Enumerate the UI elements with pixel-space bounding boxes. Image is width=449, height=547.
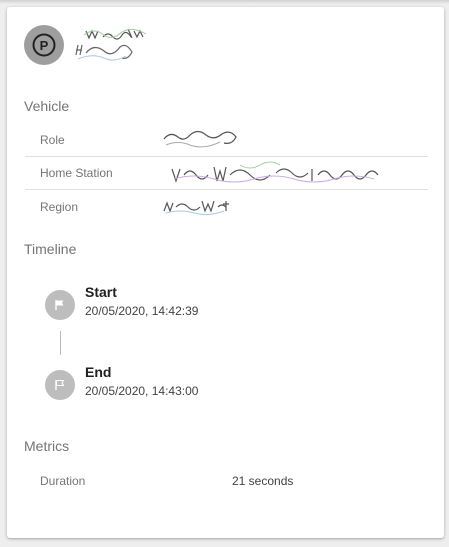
timeline-item-time: 20/05/2020, 14:42:39	[85, 304, 199, 318]
row-value: 21 seconds	[232, 473, 294, 488]
flag-outline-icon	[55, 379, 65, 390]
timeline-item-title: End	[85, 364, 112, 380]
details-card: P Vehicle Role Home Station Region Timel…	[7, 7, 444, 538]
row-label: Region	[40, 199, 79, 214]
parking-icon: P	[32, 33, 56, 57]
row-label: Duration	[40, 473, 86, 488]
redacted-home-station-value	[171, 161, 379, 183]
redacted-role-value	[163, 130, 237, 148]
redacted-vehicle-name	[75, 28, 147, 61]
flag-icon	[55, 300, 64, 310]
redacted-region-value	[163, 200, 229, 216]
row-label: Home Station	[40, 166, 113, 180]
timeline-item-time: 20/05/2020, 14:43:00	[85, 384, 199, 398]
timeline-section-title: Timeline	[24, 241, 77, 257]
vehicle-section-title: Vehicle	[24, 98, 70, 114]
timeline-dot	[45, 370, 75, 400]
top-shadow	[0, 0, 449, 4]
metrics-row-duration: Duration 21 seconds	[25, 464, 428, 497]
timeline-dot	[45, 290, 75, 320]
metrics-section-title: Metrics	[24, 438, 70, 454]
svg-text:P: P	[40, 38, 49, 53]
timeline-item-title: Start	[85, 284, 117, 300]
timeline-connector	[60, 331, 61, 355]
avatar: P	[24, 25, 64, 65]
row-label: Role	[40, 133, 65, 147]
